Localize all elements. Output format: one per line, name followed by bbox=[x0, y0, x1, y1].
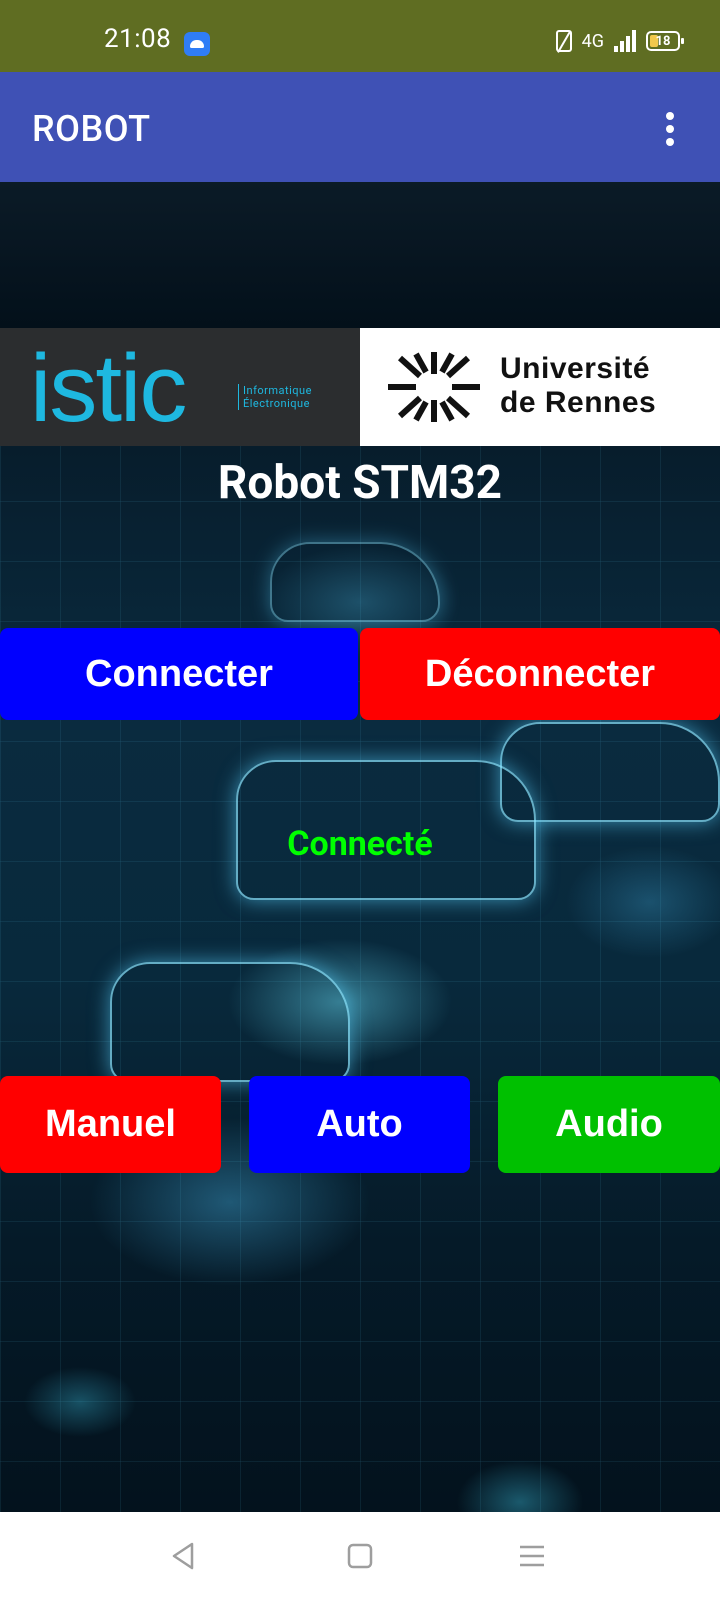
nfc-icon bbox=[555, 30, 572, 52]
network-type: 4G bbox=[581, 30, 604, 52]
istic-logo: istic Informatique Électronique bbox=[0, 328, 360, 446]
auto-mode-button[interactable]: Auto bbox=[249, 1076, 470, 1173]
android-icon bbox=[184, 32, 210, 56]
battery-icon: 18 bbox=[646, 31, 684, 51]
system-navigation-bar bbox=[0, 1512, 720, 1600]
more-vert-icon[interactable] bbox=[660, 110, 680, 150]
status-time: 21:08 bbox=[104, 24, 172, 54]
istic-logo-subtitle: Informatique Électronique bbox=[238, 384, 312, 410]
recents-icon[interactable] bbox=[516, 1540, 548, 1572]
battery-level: 18 bbox=[655, 33, 671, 49]
audio-mode-button[interactable]: Audio bbox=[498, 1076, 720, 1173]
home-icon[interactable] bbox=[344, 1540, 376, 1572]
back-icon[interactable] bbox=[168, 1540, 200, 1572]
app-title: ROBOT bbox=[32, 108, 151, 150]
university-rennes-logo: Université de Rennes bbox=[360, 328, 720, 446]
page-title: Robot STM32 bbox=[217, 456, 503, 510]
disconnect-button[interactable]: Déconnecter bbox=[360, 628, 720, 720]
university-logo-mark-icon bbox=[388, 352, 480, 422]
university-name-line1: Université bbox=[500, 352, 651, 385]
istic-subtitle-line2: Électronique bbox=[243, 397, 310, 410]
main-content: istic Informatique Électronique Universi… bbox=[0, 182, 720, 1512]
background-car-outline bbox=[270, 542, 440, 622]
background-car-outline bbox=[110, 962, 350, 1082]
status-icons: 4G 18 bbox=[555, 30, 684, 52]
istic-subtitle-line1: Informatique bbox=[243, 384, 312, 397]
connection-status: Connecté bbox=[287, 824, 433, 864]
university-name-line2: de Rennes bbox=[500, 386, 657, 419]
university-name: Université de Rennes bbox=[500, 352, 656, 420]
connect-button[interactable]: Connecter bbox=[0, 628, 358, 720]
header-banner-dark bbox=[0, 182, 720, 328]
status-bar: 21:08 4G 18 bbox=[0, 0, 720, 72]
logos-banner: istic Informatique Électronique Universi… bbox=[0, 328, 720, 446]
signal-icon bbox=[614, 30, 636, 52]
app-bar: ROBOT bbox=[0, 72, 720, 182]
manual-mode-button[interactable]: Manuel bbox=[0, 1076, 221, 1173]
istic-logo-text: istic bbox=[30, 335, 187, 442]
